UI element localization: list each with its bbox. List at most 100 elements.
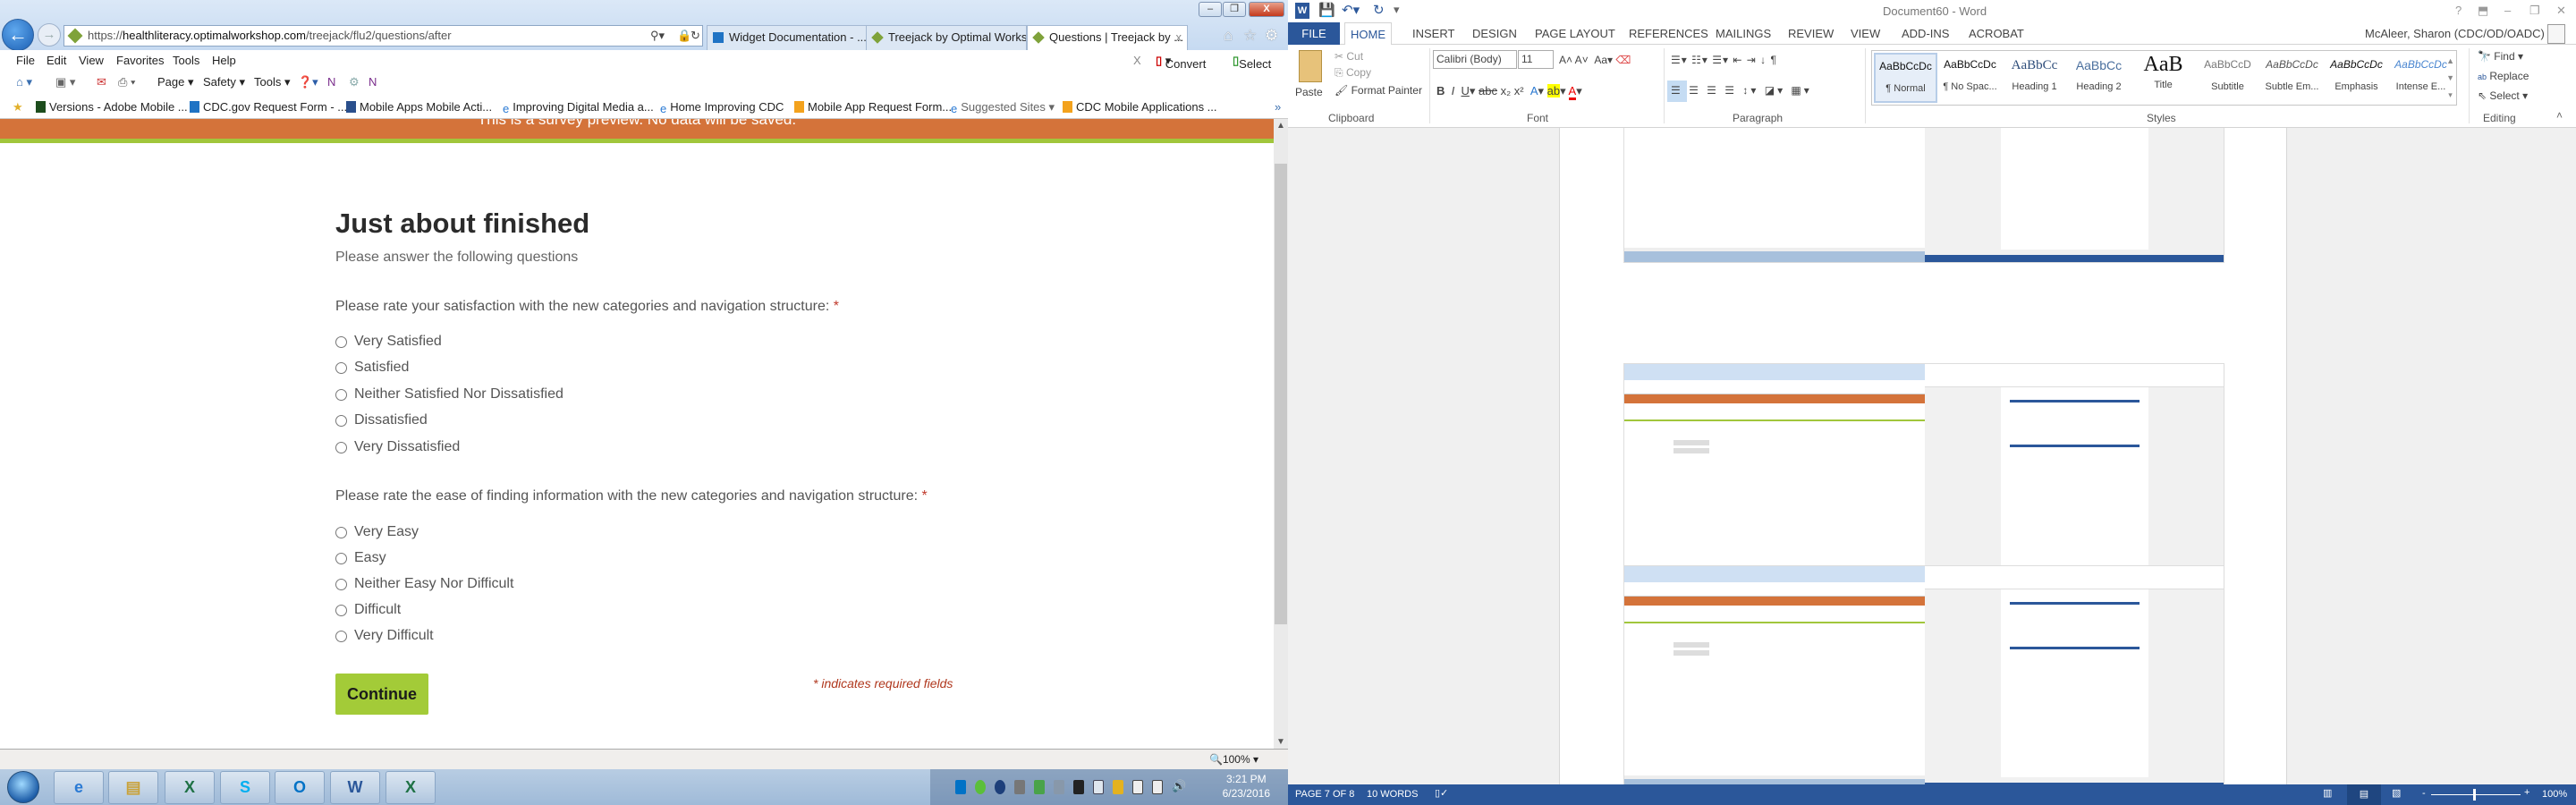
save-icon[interactable]: 💾 — [1318, 2, 1335, 18]
document-page[interactable] — [1559, 128, 2287, 784]
style-heading-2[interactable]: AaBbCc Heading 2 — [2067, 53, 2131, 103]
option-satisfied[interactable]: Satisfied — [335, 360, 409, 376]
vertical-scrollbar[interactable]: ▲ ▼ — [1274, 119, 1288, 749]
embedded-screenshot[interactable] — [1624, 364, 2224, 583]
tab-close-icon[interactable]: x — [1176, 26, 1182, 49]
paste-button[interactable]: Paste — [1295, 86, 1323, 98]
favorites-overflow-button[interactable]: » — [1275, 100, 1281, 114]
continue-button[interactable]: Continue — [335, 674, 428, 715]
embedded-screenshot[interactable] — [1624, 128, 2224, 262]
back-button[interactable]: ← — [2, 19, 34, 51]
refresh-icon[interactable]: ↻ — [691, 26, 700, 46]
print-icon[interactable]: ⎙ ▾ — [118, 75, 135, 89]
tab-design[interactable]: DESIGN — [1467, 22, 1522, 45]
taskbar-outlook[interactable]: O — [275, 771, 325, 804]
style-subtitle[interactable]: AaBbCcD Subtitle — [2196, 53, 2259, 103]
monitor-icon[interactable] — [1093, 780, 1104, 794]
bluetooth-icon[interactable] — [995, 780, 1005, 794]
power-icon[interactable] — [1132, 780, 1143, 794]
radio-button[interactable] — [335, 414, 347, 427]
tab-mailings[interactable]: MAILINGS — [1710, 22, 1776, 45]
option-easy[interactable]: Easy — [335, 550, 386, 566]
volume-icon[interactable]: 🔊 — [1172, 779, 1186, 793]
collapse-ribbon-icon[interactable]: ˄ — [2556, 109, 2563, 122]
minimize-button[interactable]: – — [2504, 4, 2511, 17]
minimize-button[interactable]: – — [1199, 2, 1222, 17]
zoom-slider[interactable] — [2431, 794, 2521, 795]
home-icon[interactable]: ⌂ — [1224, 27, 1233, 45]
menu-view[interactable]: View — [79, 54, 104, 67]
proofing-icon[interactable]: ▯✓ — [1435, 787, 1448, 799]
page-count[interactable]: PAGE 7 OF 8 — [1295, 789, 1354, 800]
close-button[interactable]: X — [1249, 2, 1284, 17]
help-icon[interactable]: ? — [2455, 4, 2462, 17]
option-very-dissatisfied[interactable]: Very Dissatisfied — [335, 439, 460, 455]
favorites-star-icon[interactable]: ☆ — [1243, 27, 1257, 45]
close-toolbar-icon[interactable]: X — [1133, 54, 1141, 67]
scroll-up-icon[interactable]: ▲ — [1274, 121, 1288, 131]
outlook-tray-icon[interactable] — [955, 780, 966, 794]
paste-icon[interactable] — [1299, 50, 1322, 82]
document-area[interactable] — [1288, 128, 2576, 784]
style-heading-1[interactable]: AaBbCc Heading 1 — [2003, 53, 2066, 103]
menu-tools[interactable]: Tools — [173, 54, 199, 67]
embedded-screenshot[interactable] — [1624, 566, 2224, 784]
user-account[interactable]: McAleer, Sharon (CDC/OD/OADC) ▾ — [2360, 22, 2559, 45]
radio-button[interactable] — [335, 552, 347, 564]
select-button[interactable]: ⇖ Select ▾ — [2478, 89, 2528, 102]
search-icon[interactable]: ⚲▾ — [650, 26, 665, 46]
tab-insert[interactable]: INSERT — [1407, 22, 1460, 45]
radio-button[interactable] — [335, 441, 347, 453]
scroll-down-icon[interactable]: ▼ — [1274, 737, 1288, 747]
option-dissatisfied[interactable]: Dissatisfied — [335, 412, 428, 428]
undo-icon[interactable]: ↶▾ — [1342, 2, 1360, 18]
sync-icon[interactable] — [975, 780, 986, 794]
restore-button[interactable]: ❐ — [2529, 4, 2540, 18]
option-very-difficult[interactable]: Very Difficult — [335, 628, 434, 644]
style-subtle-emphasis[interactable]: AaBbCcDc Subtle Em... — [2260, 53, 2324, 103]
favorite-link[interactable]: Mobile Apps Mobile Acti... — [346, 100, 492, 114]
select-button[interactable]: ▯ Select — [1233, 54, 1271, 71]
read-mode-icon[interactable]: ▥ — [2323, 787, 2332, 799]
home-icon[interactable]: ⌂ ▾ — [16, 75, 32, 89]
tab-acrobat[interactable]: ACROBAT — [1963, 22, 2029, 45]
radio-button[interactable] — [335, 630, 347, 642]
style-no-spacing[interactable]: AaBbCcDc ¶ No Spac... — [1938, 53, 2002, 103]
taskbar-word[interactable]: W — [330, 771, 380, 804]
scrollbar-thumb[interactable] — [1275, 164, 1287, 624]
favorite-link[interactable]: e Improving Digital Media a... — [503, 100, 654, 115]
taskbar-file-explorer[interactable]: ▤ — [108, 771, 158, 804]
tab-questions[interactable]: Questions | Treejack by ... x — [1027, 25, 1188, 50]
address-bar[interactable]: https://healthliteracy.optimalworkshop.c… — [64, 25, 703, 47]
favorite-link[interactable]: CDC Mobile Applications ... — [1063, 100, 1217, 114]
tab-review[interactable]: REVIEW — [1783, 22, 1839, 45]
tab-add-ins[interactable]: ADD-INS — [1896, 22, 1954, 45]
tab-view[interactable]: VIEW — [1845, 22, 1885, 45]
replace-button[interactable]: ab Replace — [2478, 70, 2529, 82]
favorites-star-icon[interactable]: ★ — [13, 100, 23, 114]
print-layout-icon[interactable]: ▤ — [2347, 784, 2381, 805]
restore-button[interactable]: ❐ — [1223, 2, 1246, 17]
lock-icon[interactable]: 🔒 — [677, 26, 691, 46]
zoom-slider-thumb[interactable] — [2473, 789, 2476, 801]
style-intense-emphasis[interactable]: AaBbCcDc Intense E... — [2389, 53, 2453, 103]
style-title[interactable]: AaB Title — [2131, 53, 2195, 103]
radio-button[interactable] — [335, 388, 347, 401]
format-painter-button[interactable]: 🖌 Format Painter — [1335, 84, 1422, 97]
zoom-in-button[interactable]: + — [2524, 787, 2529, 798]
avatar[interactable] — [2547, 24, 2565, 44]
clock[interactable]: 3:21 PM 6/23/2016 — [1223, 772, 1270, 801]
settings-icon[interactable]: ⚙ — [349, 75, 360, 89]
usb-icon[interactable] — [1014, 780, 1025, 794]
taskbar-internet-explorer[interactable]: e — [54, 771, 104, 804]
copy-button[interactable]: ⎘ Copy — [1335, 66, 1371, 80]
start-button[interactable] — [7, 771, 39, 803]
list-indent-buttons[interactable]: ☰▾ ☷▾ ☰▾ ⇤ ⇥ ↓ ¶ — [1671, 54, 1777, 66]
zoom-out-button[interactable]: - — [2422, 788, 2426, 799]
menu-file[interactable]: File — [16, 54, 35, 67]
taskbar-excel[interactable]: X — [165, 771, 215, 804]
tab-page-layout[interactable]: PAGE LAYOUT — [1530, 22, 1621, 45]
safety-menu[interactable]: Safety ▾ — [203, 75, 245, 89]
font-size-box[interactable]: 11 — [1518, 50, 1554, 69]
mail-icon[interactable]: ✉ — [97, 75, 106, 89]
